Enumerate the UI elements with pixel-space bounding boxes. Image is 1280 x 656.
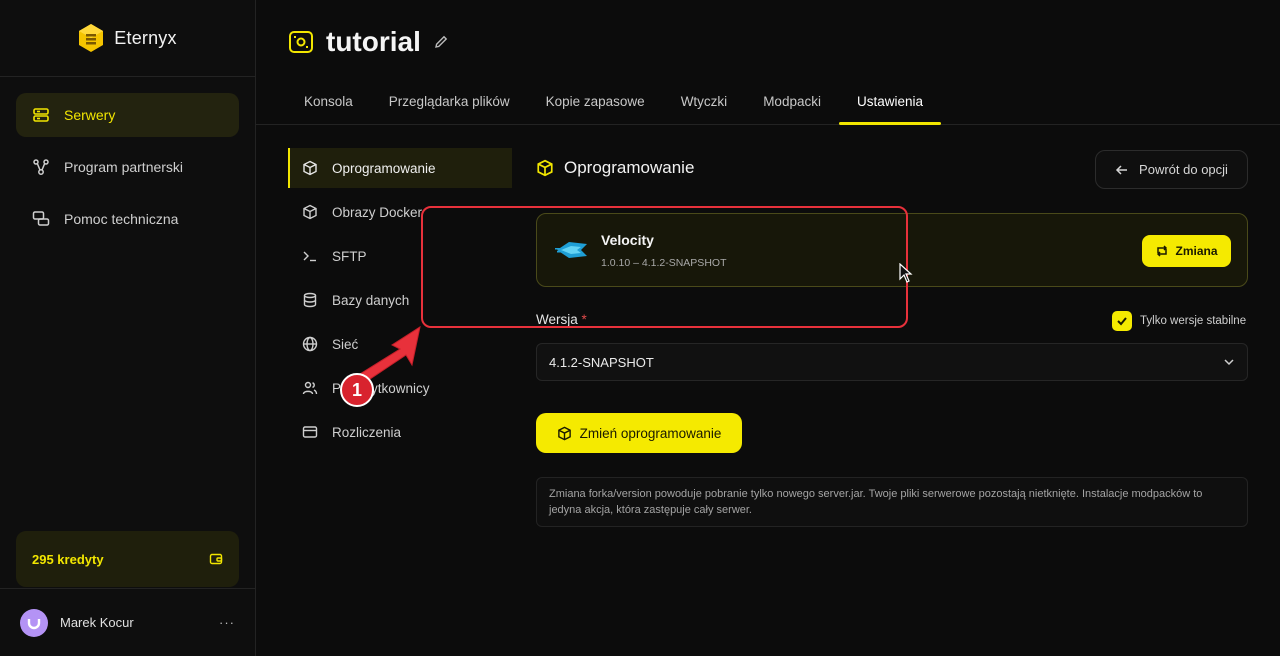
change-software-button[interactable]: Zmiana: [1142, 235, 1231, 267]
stable-only-toggle[interactable]: Tylko wersje stabilne: [1112, 311, 1246, 331]
sidebar-item-serwery[interactable]: Serwery: [16, 93, 239, 137]
user-name: Marek Kocur: [60, 615, 134, 630]
sidebar-item-label: Serwery: [64, 107, 116, 123]
settings-item-label: Oprogramowanie: [332, 160, 436, 176]
section-title: Oprogramowanie: [536, 158, 694, 178]
sidebar-item-pomoc-techniczna[interactable]: Pomoc techniczna: [16, 197, 239, 241]
edit-pencil-icon[interactable]: [433, 34, 449, 50]
settings-item-label: SFTP: [332, 248, 367, 264]
settings-item-rozliczenia[interactable]: Rozliczenia: [288, 412, 512, 452]
share-icon: [33, 159, 49, 175]
check-icon: [1117, 317, 1127, 326]
tab-przegladarka-plikow[interactable]: Przeglądarka plików: [371, 78, 528, 125]
more-options-icon[interactable]: ···: [219, 615, 235, 630]
page-header: tutorial Konsola Przeglądarka plików Kop…: [256, 0, 1280, 125]
section-title-text: Oprogramowanie: [564, 158, 695, 177]
sidebar-item-label: Pomoc techniczna: [64, 211, 179, 227]
tab-kopie-zapasowe[interactable]: Kopie zapasowe: [528, 78, 663, 125]
annotation-badge: 1: [340, 373, 374, 407]
server-settings-icon: [289, 31, 313, 53]
terminal-icon: [303, 251, 316, 262]
change-software-submit-button[interactable]: Zmień oprogramowanie: [536, 413, 742, 453]
sidebar-nav: Serwery Program partnerski Pomoc technic…: [0, 77, 255, 265]
stable-only-label: Tylko wersje stabilne: [1140, 315, 1247, 327]
annotation-highlight-box: [421, 206, 908, 328]
chevron-down-icon: [1224, 359, 1234, 366]
sidebar-item-label: Program partnerski: [64, 159, 184, 175]
users-icon: [302, 381, 318, 395]
mouse-cursor-icon: [899, 263, 913, 283]
swap-icon: [1157, 245, 1168, 257]
box-icon: [303, 160, 317, 176]
sidebar: Eternyx Serwery Program partnerski Pomoc…: [0, 0, 256, 656]
tab-konsola[interactable]: Konsola: [286, 78, 371, 125]
brand-name: Eternyx: [114, 27, 177, 48]
database-icon: [303, 292, 317, 308]
brand-logo[interactable]: Eternyx: [0, 0, 255, 77]
settings-item-label: Obrazy Docker: [332, 204, 423, 220]
arrow-left-icon: [1115, 164, 1128, 175]
info-note: Zmiana forka/version powoduje pobranie t…: [536, 477, 1248, 527]
box-icon: [537, 159, 553, 177]
avatar: [20, 608, 48, 637]
back-button-label: Powrót do opcji: [1139, 162, 1228, 177]
box-icon: [557, 426, 571, 440]
settings-item-label: Bazy danych: [332, 292, 410, 308]
version-select[interactable]: 4.1.2-SNAPSHOT: [536, 343, 1248, 381]
tab-wtyczki[interactable]: Wtyczki: [663, 78, 746, 125]
server-icon: [33, 108, 49, 122]
card-icon: [302, 426, 318, 438]
settings-item-oprogramowanie[interactable]: Oprogramowanie: [288, 148, 512, 188]
chat-icon: [32, 211, 50, 226]
settings-item-label: Rozliczenia: [332, 424, 402, 440]
server-tabs: Konsola Przeglądarka plików Kopie zapaso…: [286, 78, 942, 125]
page-title: tutorial: [326, 26, 421, 57]
back-to-options-button[interactable]: Powrót do opcji: [1095, 150, 1248, 189]
box-icon: [303, 204, 317, 220]
version-select-value: 4.1.2-SNAPSHOT: [549, 354, 654, 370]
tab-modpacki[interactable]: Modpacki: [745, 78, 839, 125]
tab-ustawienia[interactable]: Ustawienia: [838, 78, 942, 125]
sidebar-item-program-partnerski[interactable]: Program partnerski: [16, 145, 239, 189]
title-row: tutorial: [288, 26, 449, 58]
eternyx-logo-icon: [79, 24, 104, 52]
wallet-icon: [209, 553, 223, 565]
user-avatar-icon: [27, 618, 41, 629]
credits-card[interactable]: 295 kredyty: [16, 531, 239, 587]
user-profile[interactable]: Marek Kocur ···: [0, 588, 255, 656]
credits-amount: 295 kredyty: [32, 551, 104, 567]
globe-icon: [302, 336, 318, 352]
submit-label: Zmień oprogramowanie: [579, 425, 722, 441]
stable-only-checkbox[interactable]: [1112, 311, 1132, 331]
change-button-label: Zmiana: [1175, 244, 1218, 258]
